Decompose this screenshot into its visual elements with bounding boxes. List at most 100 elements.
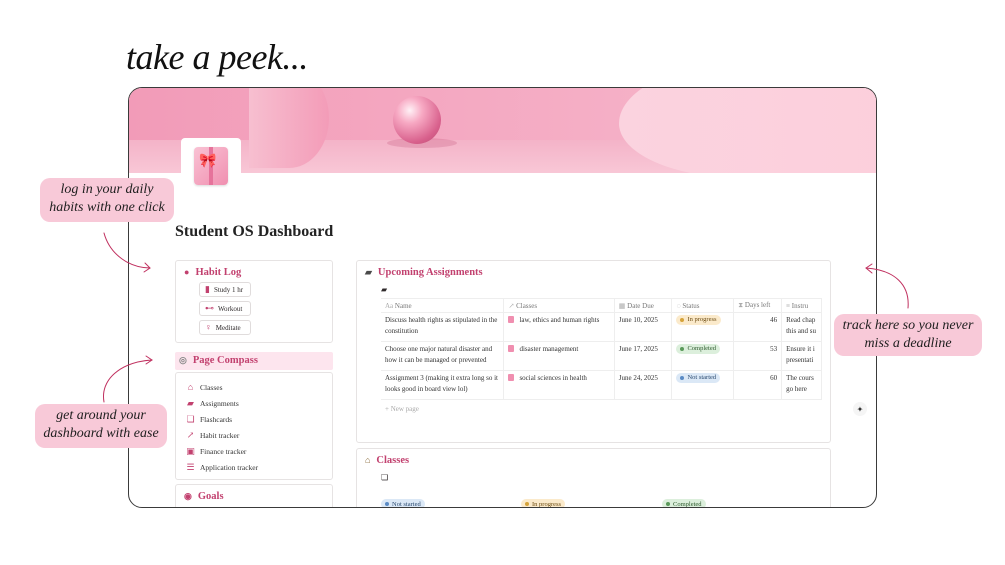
cover-image[interactable]: [129, 88, 876, 173]
cell-days-left: 46: [733, 312, 783, 342]
page-compass-heading[interactable]: ◎ Page Compass: [175, 352, 333, 370]
school-icon: ⌂: [365, 455, 371, 465]
page-icon[interactable]: 🎀: [181, 138, 241, 194]
goals-heading[interactable]: ◉ Goals: [184, 491, 324, 502]
school-icon: ⌂: [187, 381, 194, 392]
database-view-icon[interactable]: ▰: [381, 285, 822, 294]
page-title[interactable]: Student OS Dashboard: [175, 223, 333, 241]
help-button[interactable]: ✦: [853, 402, 867, 416]
column-header-name[interactable]: Aa Name: [381, 298, 505, 313]
table-row[interactable]: Discuss health rights as stipulated in t…: [381, 312, 822, 342]
column-header-instructions[interactable]: ≡ Instru: [781, 298, 822, 313]
callout-deadlines: track here so you never miss a deadline: [834, 314, 982, 356]
habit-button-label: Meditate: [215, 323, 241, 332]
cell-name[interactable]: Assignment 3 (making it extra long so it…: [381, 370, 505, 400]
column-label: Classes: [516, 301, 538, 310]
group-label: Completed: [673, 500, 702, 508]
cell-instructions[interactable]: The cours go here: [781, 370, 822, 400]
compass-link-assignments[interactable]: ▰ Assignments: [186, 395, 322, 411]
goals-title: Goals: [197, 491, 224, 502]
habit-button-study[interactable]: ▮ Study 1 hr: [199, 282, 251, 297]
status-badge: Not started: [676, 373, 721, 383]
table-row[interactable]: Choose one major natural disaster and ho…: [381, 341, 822, 371]
cell-days-left: 60: [733, 370, 783, 400]
column-header-classes[interactable]: ↗ Classes: [503, 298, 615, 313]
habit-log-heading[interactable]: ● Habit Log: [184, 267, 324, 278]
cell-class[interactable]: disaster management: [503, 341, 615, 371]
board-group-completed[interactable]: Completed: [662, 499, 706, 508]
money-icon: ▣: [186, 445, 195, 456]
cell-class[interactable]: law, ethics and human rights: [503, 312, 615, 342]
cell-instructions[interactable]: Read chap this and su: [781, 312, 822, 342]
cell-name[interactable]: Choose one major natural disaster and ho…: [381, 341, 505, 371]
class-page-icon: [508, 374, 515, 381]
book-icon: ▮: [205, 284, 210, 294]
board-group-in-progress[interactable]: In progress: [521, 499, 566, 508]
target-icon: ◉: [184, 491, 192, 501]
page-compass-title: Page Compass: [192, 355, 258, 366]
compass-link-label: Application tracker: [200, 462, 259, 472]
column-label: Days left: [744, 301, 771, 309]
habit-button-meditate[interactable]: ♀ Meditate: [199, 320, 251, 335]
compass-link-application-tracker[interactable]: ☰ Application tracker: [186, 459, 322, 475]
callout-navigate: get around your dashboard with ease: [35, 404, 167, 448]
status-badge: Completed: [676, 344, 720, 354]
column-header-date-due[interactable]: ▦ Date Due: [614, 298, 673, 313]
cell-status[interactable]: Completed: [671, 341, 735, 371]
database-view-icon[interactable]: ❏: [381, 473, 822, 482]
status-dot: [680, 376, 685, 380]
habit-log-card: ● Habit Log ▮ Study 1 hr ⊷ Workout ♀ Med…: [175, 260, 333, 343]
cell-date-due[interactable]: June 24, 2025: [614, 370, 673, 400]
cover-right-column: [619, 88, 876, 173]
column-label: Date Due: [627, 301, 654, 310]
compass-link-classes[interactable]: ⌂ Classes: [186, 379, 322, 395]
compass-link-finance-tracker[interactable]: ▣ Finance tracker: [186, 443, 322, 459]
column-label: Name: [394, 301, 412, 310]
group-label: In progress: [532, 500, 562, 508]
compass-link-label: Habit tracker: [200, 430, 240, 440]
new-page-label: New page: [390, 405, 419, 413]
assignments-heading[interactable]: ▰ Upcoming Assignments: [365, 267, 822, 278]
status-dot: [666, 502, 670, 506]
status-dot: [680, 318, 685, 322]
new-page-button[interactable]: + New page: [385, 405, 822, 413]
habit-log-title: Habit Log: [195, 267, 242, 278]
column-label: Instru: [791, 301, 809, 310]
compass-link-flashcards[interactable]: ❏ Flashcards: [186, 411, 322, 427]
upcoming-assignments-card: ▰ Upcoming Assignments ▰ Aa Name ↗ Class…: [356, 260, 831, 443]
meditate-icon: ♀: [205, 322, 212, 332]
classes-card: ⌂ Classes ❏ Not started In progress Comp…: [356, 448, 831, 508]
class-label: disaster management: [519, 345, 579, 353]
compass-link-label: Flashcards: [200, 414, 233, 424]
cell-date-due[interactable]: June 17, 2025: [614, 341, 673, 371]
status-dot: [525, 502, 529, 506]
class-page-icon: [508, 316, 515, 323]
column-header-status[interactable]: ◌ Status: [671, 298, 735, 313]
classes-heading[interactable]: ⌂ Classes: [365, 455, 822, 466]
class-label: law, ethics and human rights: [519, 316, 600, 324]
cell-instructions[interactable]: Ensure it i presentati: [781, 341, 822, 371]
record-icon: ●: [184, 267, 190, 277]
status-dot: [385, 502, 389, 506]
open-book-icon: ▰: [365, 267, 372, 277]
cover-sphere: [393, 96, 441, 144]
habit-button-workout[interactable]: ⊷ Workout: [199, 301, 251, 316]
assignments-table: Aa Name ↗ Classes ▦ Date Due ◌ Status ⧗ …: [381, 298, 822, 400]
notebook-bow-icon: 🎀: [194, 147, 228, 185]
board-group-row: Not started In progress Completed: [381, 499, 830, 508]
cell-date-due[interactable]: June 10, 2025: [614, 312, 673, 342]
compass-link-label: Finance tracker: [200, 446, 247, 456]
compass-link-habit-tracker[interactable]: ↗ Habit tracker: [186, 427, 322, 443]
cell-status[interactable]: Not started: [671, 370, 735, 400]
sparkle-icon: ✦: [856, 404, 864, 414]
classes-title: Classes: [376, 455, 410, 466]
cell-class[interactable]: social sciences in health: [503, 370, 615, 400]
table-row[interactable]: Assignment 3 (making it extra long so it…: [381, 370, 822, 400]
board-group-not-started[interactable]: Not started: [381, 499, 425, 507]
open-book-icon: ▰: [187, 397, 194, 408]
column-header-days-left[interactable]: ⧗ Days left: [733, 298, 783, 313]
cell-status[interactable]: In progress: [671, 312, 735, 342]
bow-icon: 🎀: [199, 154, 217, 169]
cell-name[interactable]: Discuss health rights as stipulated in t…: [381, 312, 505, 342]
column-label: Status: [682, 301, 700, 310]
